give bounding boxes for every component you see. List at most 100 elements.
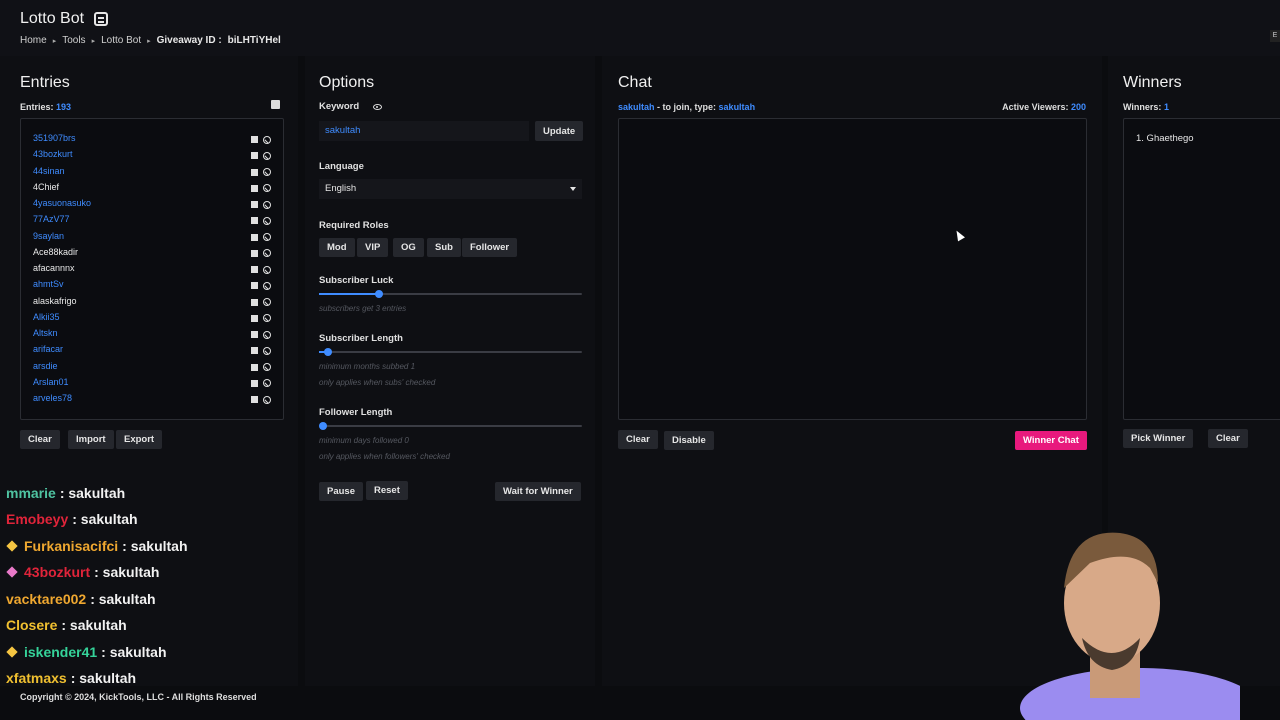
role-follower-button[interactable]: Follower xyxy=(462,238,518,257)
overlay-chat-user: vacktare002 xyxy=(6,591,87,607)
remove-entry-icon[interactable] xyxy=(251,168,258,176)
remove-entry-icon[interactable] xyxy=(251,363,258,371)
entries-import-button[interactable]: Import xyxy=(68,430,114,449)
overlay-chat-user: Closere xyxy=(6,617,58,633)
breadcrumb-tools[interactable]: Tools xyxy=(62,35,85,46)
ban-icon[interactable] xyxy=(263,314,271,323)
slider-thumb[interactable] xyxy=(319,422,327,430)
entries-title: Entries xyxy=(20,74,70,91)
chat-join-user: sakultah xyxy=(618,102,655,112)
winners-clear-button[interactable]: Clear xyxy=(1208,429,1248,448)
remove-entry-icon[interactable] xyxy=(251,298,258,306)
wait-for-winner-button[interactable]: Wait for Winner xyxy=(495,482,581,501)
language-select[interactable]: English xyxy=(319,179,582,199)
overlay-chat-line: vacktare002: sakultah xyxy=(6,591,156,607)
remove-entry-icon[interactable] xyxy=(251,266,258,273)
remove-entry-icon[interactable] xyxy=(251,201,258,208)
remove-entry-icon[interactable] xyxy=(251,136,258,143)
overlay-chat-line: Closere: sakultah xyxy=(6,617,127,633)
remove-entry-icon[interactable] xyxy=(251,233,258,241)
ban-icon[interactable] xyxy=(263,168,271,176)
ban-icon[interactable] xyxy=(263,281,271,290)
remove-entry-icon[interactable] xyxy=(251,282,258,290)
remove-entry-icon[interactable] xyxy=(251,217,258,225)
ban-icon[interactable] xyxy=(263,395,271,404)
eye-icon[interactable] xyxy=(373,104,382,110)
role-vip-button[interactable]: VIP xyxy=(357,238,389,257)
entry-name: 4Chief xyxy=(33,181,60,192)
ban-icon[interactable] xyxy=(263,363,271,371)
sub-length-label: Subscriber Length xyxy=(319,333,403,344)
follower-length-hint-2: only applies when followers' checked xyxy=(319,452,450,461)
overlay-chat-message: : sakultah xyxy=(72,511,138,527)
winners-list: 1. Ghaethego xyxy=(1123,118,1280,420)
remove-entry-icon[interactable] xyxy=(251,396,258,403)
entry-name: 351907brs xyxy=(33,133,76,143)
entry-name: 4yasuonasuko xyxy=(33,198,92,208)
slider-thumb[interactable] xyxy=(375,290,383,298)
ban-icon[interactable] xyxy=(263,298,271,306)
sub-luck-label: Subscriber Luck xyxy=(319,275,394,286)
remove-entry-icon[interactable] xyxy=(251,331,258,338)
keyword-input[interactable]: sakultah xyxy=(319,121,529,141)
role-mod-button[interactable]: Mod xyxy=(319,238,355,257)
chat-disable-button[interactable]: Disable xyxy=(664,431,714,450)
follower-length-hint: minimum days followed 0 xyxy=(319,436,409,445)
breadcrumb-lotto-bot[interactable]: Lotto Bot xyxy=(101,35,141,46)
pause-button[interactable]: Pause xyxy=(319,482,363,501)
ban-icon[interactable] xyxy=(263,151,271,160)
pick-winner-button[interactable]: Pick Winner xyxy=(1123,429,1194,448)
remove-entry-icon[interactable] xyxy=(251,249,258,257)
overlay-chat-message: : sakultah xyxy=(94,564,160,580)
winner-item: 1. Ghaethego xyxy=(1136,133,1194,144)
sub-luck-slider[interactable] xyxy=(319,290,582,298)
ban-icon[interactable] xyxy=(263,346,271,355)
remove-entry-icon[interactable] xyxy=(251,347,258,355)
ban-icon[interactable] xyxy=(263,184,271,193)
overlay-chat-message: : sakultah xyxy=(61,617,127,633)
chevron-right-icon: ▸ xyxy=(91,37,96,45)
sub-length-slider[interactable] xyxy=(319,348,582,356)
ban-icon[interactable] xyxy=(263,265,271,274)
remove-entry-icon[interactable] xyxy=(251,379,258,387)
remove-entry-icon[interactable] xyxy=(251,184,258,192)
roles-label: Required Roles xyxy=(319,220,389,231)
sub-luck-hint: subscribers get 3 entries xyxy=(319,304,407,313)
role-og-button[interactable]: OG xyxy=(393,238,424,257)
chat-clear-button[interactable]: Clear xyxy=(618,430,658,449)
chat-join-text: - to join, type: xyxy=(657,102,717,112)
ban-icon[interactable] xyxy=(263,379,271,388)
mouse-cursor-icon xyxy=(953,228,965,242)
corner-badge[interactable]: E xyxy=(1270,30,1280,42)
winner-chat-button[interactable]: Winner Chat xyxy=(1015,431,1087,450)
ban-icon[interactable] xyxy=(263,200,271,209)
overlay-chat-message: : sakultah xyxy=(90,591,156,607)
entries-clear-button[interactable]: Clear xyxy=(20,430,60,449)
reset-button[interactable]: Reset xyxy=(366,481,408,500)
sub-length-hint: minimum months subbed 1 xyxy=(319,362,416,371)
ban-icon[interactable] xyxy=(263,330,271,339)
update-button[interactable]: Update xyxy=(535,121,584,141)
remove-entry-icon[interactable] xyxy=(251,152,258,160)
ban-icon[interactable] xyxy=(263,135,271,144)
entry-name: arifacar xyxy=(33,344,64,355)
entries-list[interactable]: 351907brs 43bozkurt 44sinan 4Chief 4yasuonas… xyxy=(20,118,284,420)
breadcrumb-home[interactable]: Home xyxy=(20,35,47,46)
ban-icon[interactable] xyxy=(263,216,271,225)
chat-box[interactable] xyxy=(618,118,1087,420)
app-title: Lotto Bot xyxy=(20,10,109,28)
copy-icon[interactable] xyxy=(271,100,280,109)
slider-thumb[interactable] xyxy=(324,348,332,356)
follower-length-slider[interactable] xyxy=(319,422,582,430)
role-sub-button[interactable]: Sub xyxy=(427,238,461,257)
entries-export-button[interactable]: Export xyxy=(116,430,163,449)
winners-count: Winners: 1 xyxy=(1123,102,1169,112)
ban-icon[interactable] xyxy=(263,249,271,258)
chat-title: Chat xyxy=(618,74,652,91)
overlay-chat-message: : sakultah xyxy=(101,644,167,660)
giveaway-id-label: Giveaway ID : xyxy=(156,35,222,46)
entry-name: ahmtSv xyxy=(33,279,64,290)
ban-icon[interactable] xyxy=(263,233,271,241)
entries-count-label: Entries: xyxy=(20,102,54,112)
remove-entry-icon[interactable] xyxy=(251,314,258,322)
